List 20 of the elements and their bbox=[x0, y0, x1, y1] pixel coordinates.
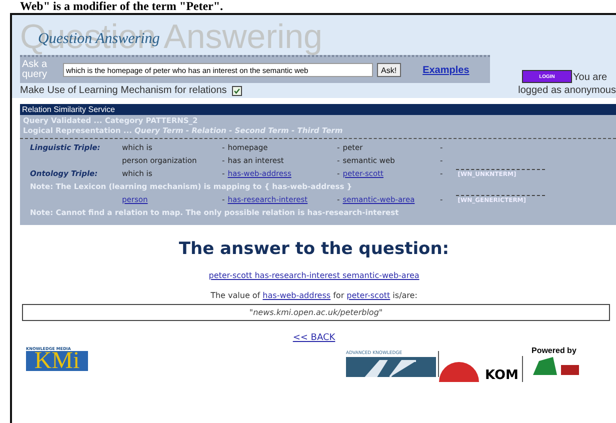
answer-heading: The answer to the question: bbox=[178, 239, 450, 259]
examples-link[interactable]: Examples bbox=[422, 64, 470, 76]
term-link[interactable]: has-web-address bbox=[262, 291, 331, 300]
powered-logo-drawing bbox=[531, 357, 582, 375]
value-box: "news.kmi.open.ac.uk/peterblog" bbox=[22, 304, 610, 321]
document-caption: Web" is a modifier of the term "Peter". bbox=[19, 0, 224, 13]
answer-link[interactable]: peter-scott has-research-interest semantic-web-area bbox=[208, 271, 420, 280]
kmi-logo: KMi bbox=[26, 351, 88, 371]
back-link[interactable]: << BACK bbox=[292, 333, 336, 343]
kom-logo: KOM bbox=[485, 369, 518, 382]
value-sentence: The value of has-web-address for peter-scott is/are: bbox=[210, 291, 418, 300]
term-link[interactable]: peter-scott bbox=[346, 291, 390, 300]
learning-checkbox[interactable] bbox=[232, 86, 242, 96]
learning-option-label: Make Use of Learning Mechanism for relations bbox=[20, 85, 227, 96]
ask-button[interactable]: Ask! bbox=[377, 63, 401, 77]
panel-title: Relation Similarity Service bbox=[20, 104, 616, 115]
query-label: Ask a query bbox=[22, 60, 48, 80]
powered-by-text: Powered by bbox=[531, 346, 578, 355]
login-status: logged as anonymous bbox=[518, 85, 616, 96]
login-status: You are bbox=[573, 72, 608, 83]
